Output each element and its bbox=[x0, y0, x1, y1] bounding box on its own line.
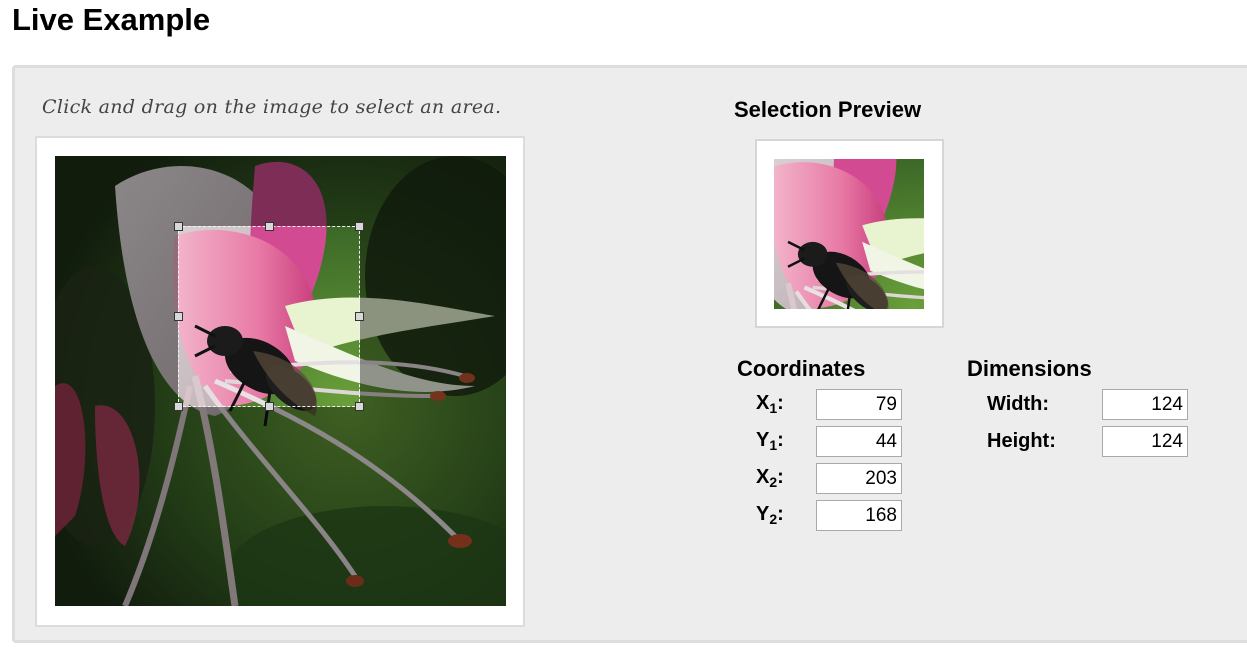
preview-image bbox=[774, 159, 924, 309]
preview-heading: Selection Preview bbox=[734, 97, 922, 122]
instruction-text: Click and drag on the image to select an… bbox=[42, 96, 502, 118]
handle-w[interactable] bbox=[174, 312, 183, 321]
y1-input[interactable] bbox=[816, 426, 902, 457]
y1-label: Y1: bbox=[756, 429, 784, 453]
handle-e[interactable] bbox=[355, 312, 364, 321]
y2-label: Y2: bbox=[756, 503, 784, 527]
handle-n[interactable] bbox=[265, 222, 274, 231]
handle-sw[interactable] bbox=[174, 402, 183, 411]
height-input[interactable] bbox=[1102, 426, 1188, 457]
preview-photo bbox=[774, 159, 924, 309]
dimensions-heading: Dimensions bbox=[967, 356, 1092, 381]
handle-nw[interactable] bbox=[174, 222, 183, 231]
handle-s[interactable] bbox=[265, 402, 274, 411]
selection-rectangle[interactable] bbox=[174, 222, 364, 411]
width-input[interactable] bbox=[1102, 389, 1188, 420]
page-title: Live Example bbox=[12, 2, 211, 37]
x2-input[interactable] bbox=[816, 463, 902, 494]
width-label: Width: bbox=[987, 393, 1050, 415]
x1-label: X1: bbox=[756, 392, 784, 416]
handle-se[interactable] bbox=[355, 402, 364, 411]
x2-label: X2: bbox=[756, 466, 784, 490]
x1-input[interactable] bbox=[816, 389, 902, 420]
coordinates-heading: Coordinates bbox=[737, 356, 866, 381]
height-label: Height: bbox=[987, 430, 1056, 452]
handle-ne[interactable] bbox=[355, 222, 364, 231]
y2-input[interactable] bbox=[816, 500, 902, 531]
